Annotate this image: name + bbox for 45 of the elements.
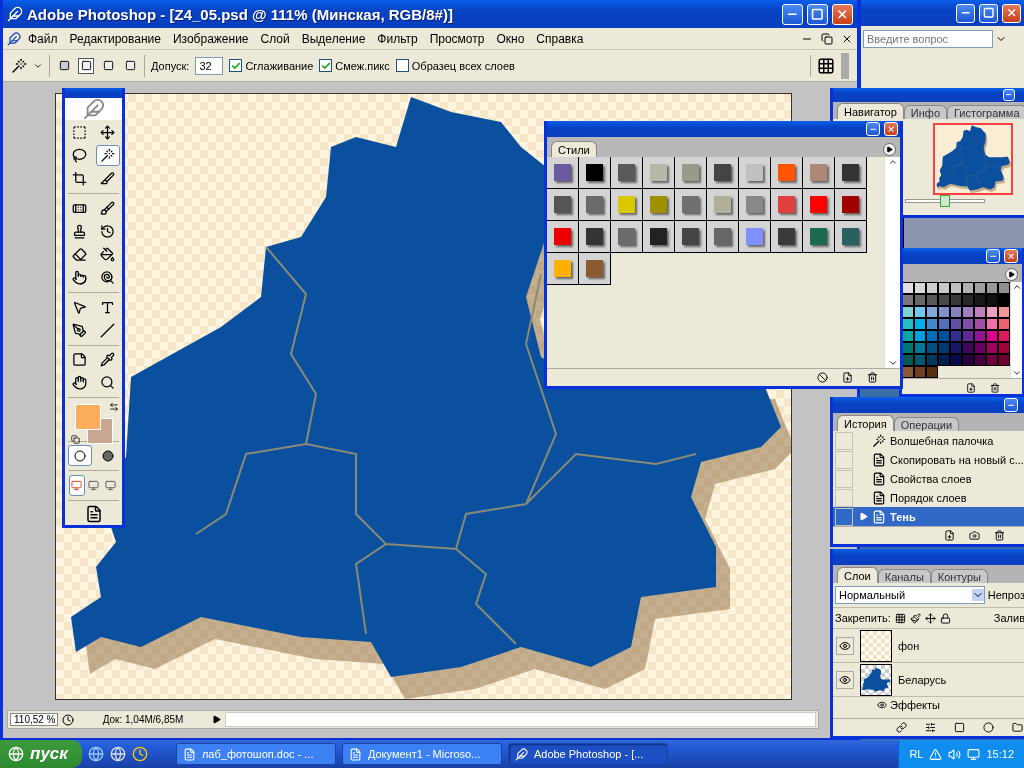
tolerance-field[interactable]: 32: [195, 56, 224, 75]
taskbar-button[interactable]: Adobe Photoshop - [...: [507, 743, 668, 765]
palette-tab[interactable]: Навигатор: [837, 103, 904, 119]
menu-item[interactable]: Изображение: [167, 29, 254, 48]
layer-name[interactable]: фон: [898, 639, 920, 652]
menu-item[interactable]: Справка: [531, 29, 589, 48]
palette-tab[interactable]: Инфо: [903, 105, 947, 119]
history-item[interactable]: Порядок слоев: [833, 488, 1024, 507]
opacity-label: Непроз: [987, 589, 1024, 601]
menu-item[interactable]: Просмотр: [424, 29, 490, 48]
history-item[interactable]: Волшебная палочка: [833, 431, 1024, 450]
menu-item[interactable]: Файл: [23, 29, 63, 48]
palette-tab[interactable]: Слои: [837, 567, 878, 583]
palette-tab[interactable]: Гистограмма: [947, 105, 1024, 119]
option-checkbox[interactable]: Сглаживание: [229, 59, 314, 72]
palette-tab[interactable]: Контуры: [930, 569, 988, 583]
history-item[interactable]: Свойства слоев: [833, 469, 1024, 488]
history-item[interactable]: Тень: [833, 507, 1024, 526]
menu-item[interactable]: Редактирование: [64, 29, 166, 48]
palette-tab[interactable]: Каналы: [877, 569, 931, 583]
document-size: Док: 1,04M/6,85M: [101, 714, 185, 725]
window-title: Adobe Photoshop - [Z4_05.psd @ 111% (Минская, RGB/8#)]: [27, 5, 454, 23]
blend-mode-dropdown[interactable]: Нормальный: [835, 586, 985, 604]
palette-tab[interactable]: История: [837, 415, 894, 431]
clock: 15:12: [986, 748, 1014, 760]
zoom-field[interactable]: 110,52 %: [10, 713, 58, 726]
lock-label: Закрепить:: [835, 612, 891, 624]
effects-label: Эффекты: [890, 699, 940, 711]
palette-tab[interactable]: Операции: [893, 417, 960, 431]
tolerance-label: Допуск:: [151, 59, 190, 72]
palette-tab[interactable]: Стили: [551, 141, 597, 157]
option-checkbox[interactable]: Смеж.пикс: [319, 59, 390, 72]
menu-item[interactable]: Окно: [491, 29, 530, 48]
menu-item[interactable]: Выделение: [296, 29, 371, 48]
option-checkbox[interactable]: Образец всех слоев: [395, 59, 515, 72]
menu-item[interactable]: Слой: [255, 29, 295, 48]
taskbar-button[interactable]: лаб_фотошоп.doc - ...: [175, 743, 336, 765]
layer-name[interactable]: Беларусь: [898, 673, 947, 686]
taskbar-button[interactable]: Документ1 - Microso...: [341, 743, 502, 765]
history-item[interactable]: Скопировать на новый с...: [833, 450, 1024, 469]
menu-item[interactable]: Фильтр: [372, 29, 423, 48]
fill-label: Залив: [993, 612, 1024, 624]
blend-mode-value: Нормальный: [839, 589, 906, 601]
start-button[interactable]: пуск: [0, 740, 82, 768]
help-field[interactable]: Введите вопрос: [863, 30, 993, 48]
